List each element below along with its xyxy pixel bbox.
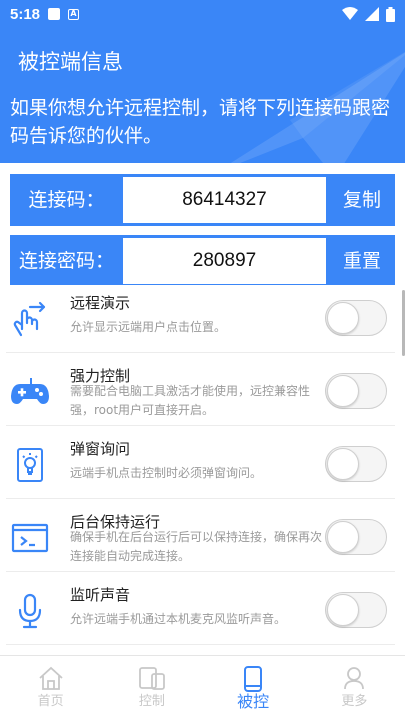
setting-subtitle: 允许远端手机通过本机麦克风监听声音。 <box>70 612 287 626</box>
reset-button[interactable]: 重置 <box>329 235 395 287</box>
setting-subtitle: 远端手机点击控制时必须弹窗询问。 <box>70 466 263 480</box>
connection-code-label: 连接码： <box>28 189 105 211</box>
touch-gesture-icon <box>13 301 46 337</box>
status-time: 5:18 <box>10 5 41 23</box>
connection-password-row: 连接密码： 280897 重置 <box>10 235 395 287</box>
setting-subtitle: 允许显示远端用户点击位置。 <box>70 320 227 334</box>
status-bar: 5:18 A <box>0 0 405 28</box>
setting-subtitle: 确保手机在后台运行后可以保持连接，确保再次连接能自动完成连接。 <box>70 530 323 563</box>
setting-subtitle: 需要配合电脑工具激活才能使用，远控兼容性强，root用户可直接开启。 <box>70 384 311 417</box>
listen-sound-toggle[interactable] <box>325 592 387 628</box>
setting-title: 弹窗询问 <box>70 440 131 458</box>
terminal-icon <box>11 523 49 553</box>
notification-icon <box>48 8 61 20</box>
setting-keep-alive: 后台保持运行 确保手机在后台运行后可以保持连接，确保再次连接能自动完成连接。 <box>6 504 395 572</box>
person-icon <box>344 667 365 690</box>
page-title: 被控端信息 <box>18 50 123 74</box>
connection-code-value: 86414327 <box>123 177 326 223</box>
devices-icon <box>138 667 165 690</box>
page-description: 如果你想允许远程控制，请将下列连接码跟密码告诉您的伙伴。 <box>10 97 391 147</box>
remote-demo-toggle[interactable] <box>325 300 387 336</box>
popup-confirm-toggle[interactable] <box>325 446 387 482</box>
app-notification-icon: A <box>68 8 80 20</box>
connection-password-label: 连接密码： <box>18 250 114 272</box>
nav-more[interactable]: 更多 <box>304 656 405 720</box>
setting-title: 远程演示 <box>70 294 131 312</box>
signal-icon <box>365 7 379 21</box>
nav-controlled-label: 被控 <box>237 692 270 711</box>
setting-remote-demo: 远程演示 允许显示远端用户点击位置。 <box>6 285 395 353</box>
strong-control-toggle[interactable] <box>325 373 387 409</box>
copy-button[interactable]: 复制 <box>329 174 395 226</box>
nav-control[interactable]: 控制 <box>101 656 202 720</box>
nav-controlled[interactable]: 被控 <box>203 656 304 720</box>
content-panel: 连接码： 86414327 复制 连接密码： 280897 重置 远程演示 允许… <box>0 163 405 655</box>
nav-more-label: 更多 <box>341 694 368 709</box>
nav-home-label: 首页 <box>37 694 64 709</box>
wifi-icon <box>342 7 358 20</box>
setting-popup-confirm: 弹窗询问 远端手机点击控制时必须弹窗询问。 <box>6 431 395 499</box>
setting-strong-control: 强力控制 需要配合电脑工具激活才能使用，远控兼容性强，root用户可直接开启。 <box>6 358 395 426</box>
connection-password-value: 280897 <box>123 238 326 284</box>
setting-title: 监听声音 <box>70 586 131 604</box>
home-icon <box>39 666 63 690</box>
setting-listen-sound: 监听声音 允许远端手机通过本机麦克风监听声音。 <box>6 577 395 645</box>
microphone-icon <box>18 593 42 629</box>
header: 被控端信息 如果你想允许远程控制，请将下列连接码跟密码告诉您的伙伴。 <box>0 28 405 163</box>
connection-code-row: 连接码： 86414327 复制 <box>10 174 395 226</box>
keep-alive-toggle[interactable] <box>325 519 387 555</box>
battery-icon <box>386 6 395 22</box>
bottom-nav: 首页 控制 被控 更多 <box>0 655 405 720</box>
nav-control-label: 控制 <box>138 694 165 709</box>
gamepad-icon <box>11 378 49 404</box>
nav-home[interactable]: 首页 <box>0 656 101 720</box>
lightbulb-icon <box>17 448 43 482</box>
